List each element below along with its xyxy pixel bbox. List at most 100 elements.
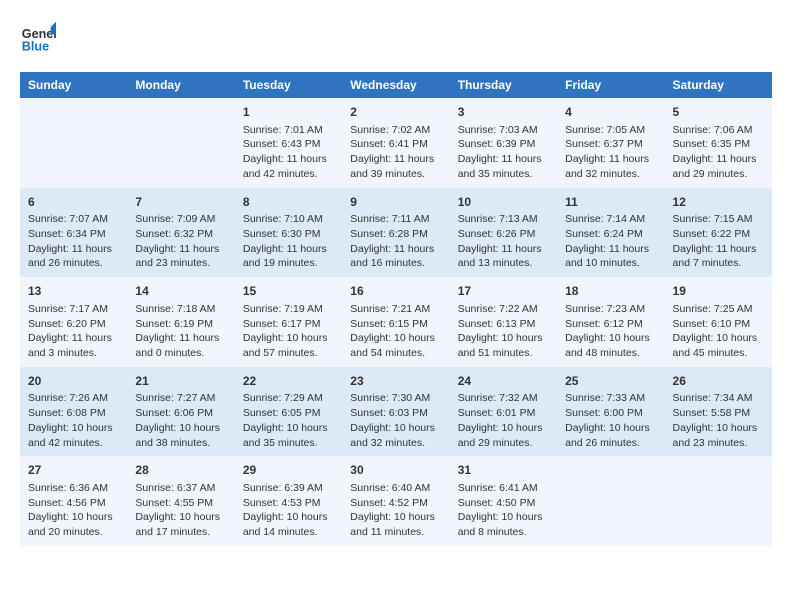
calendar-cell: 28Sunrise: 6:37 AMSunset: 4:55 PMDayligh… [127,456,234,546]
calendar-cell: 4Sunrise: 7:05 AMSunset: 6:37 PMDaylight… [557,98,664,188]
day-info-line: Daylight: 10 hours and 35 minutes. [243,421,334,450]
week-row-4: 20Sunrise: 7:26 AMSunset: 6:08 PMDayligh… [20,367,772,457]
calendar-cell: 10Sunrise: 7:13 AMSunset: 6:26 PMDayligh… [450,188,557,278]
calendar-cell: 23Sunrise: 7:30 AMSunset: 6:03 PMDayligh… [342,367,449,457]
day-info-line: Sunset: 6:19 PM [135,317,226,332]
calendar-cell: 26Sunrise: 7:34 AMSunset: 5:58 PMDayligh… [665,367,772,457]
day-info-line: Daylight: 11 hours and 32 minutes. [565,152,656,181]
day-number: 13 [28,283,119,300]
day-number: 12 [673,194,764,211]
day-info-line: Sunrise: 7:05 AM [565,123,656,138]
logo-icon: General Blue [20,20,56,56]
day-number: 27 [28,462,119,479]
calendar-cell: 1Sunrise: 7:01 AMSunset: 6:43 PMDaylight… [235,98,342,188]
day-info-line: Daylight: 11 hours and 10 minutes. [565,242,656,271]
day-info-line: Sunset: 5:58 PM [673,406,764,421]
day-info-line: Daylight: 10 hours and 45 minutes. [673,331,764,360]
day-info-line: Daylight: 10 hours and 38 minutes. [135,421,226,450]
day-info-line: Daylight: 11 hours and 19 minutes. [243,242,334,271]
day-info-line: Daylight: 11 hours and 16 minutes. [350,242,441,271]
day-info-line: Daylight: 10 hours and 14 minutes. [243,510,334,539]
day-info-line: Sunset: 4:52 PM [350,496,441,511]
day-info-line: Sunrise: 7:23 AM [565,302,656,317]
day-info-line: Sunset: 6:26 PM [458,227,549,242]
day-info-line: Sunset: 6:08 PM [28,406,119,421]
day-info-line: Sunset: 6:00 PM [565,406,656,421]
calendar-cell: 13Sunrise: 7:17 AMSunset: 6:20 PMDayligh… [20,277,127,367]
day-number: 31 [458,462,549,479]
day-info-line: Sunset: 6:37 PM [565,137,656,152]
calendar-cell [20,98,127,188]
day-info-line: Sunset: 6:12 PM [565,317,656,332]
day-info-line: Daylight: 11 hours and 35 minutes. [458,152,549,181]
day-info-line: Sunrise: 7:02 AM [350,123,441,138]
day-info-line: Sunrise: 7:29 AM [243,391,334,406]
day-number: 8 [243,194,334,211]
day-info-line: Sunset: 6:35 PM [673,137,764,152]
day-number: 29 [243,462,334,479]
day-info-line: Daylight: 11 hours and 26 minutes. [28,242,119,271]
calendar-cell: 3Sunrise: 7:03 AMSunset: 6:39 PMDaylight… [450,98,557,188]
calendar-cell: 19Sunrise: 7:25 AMSunset: 6:10 PMDayligh… [665,277,772,367]
day-info-line: Sunset: 6:06 PM [135,406,226,421]
svg-text:Blue: Blue [22,40,49,54]
day-info-line: Sunset: 4:53 PM [243,496,334,511]
page-header: General Blue [20,20,772,56]
day-number: 17 [458,283,549,300]
day-info-line: Sunrise: 7:14 AM [565,212,656,227]
weekday-header-row: SundayMondayTuesdayWednesdayThursdayFrid… [20,72,772,98]
day-info-line: Sunrise: 7:22 AM [458,302,549,317]
day-info-line: Daylight: 10 hours and 29 minutes. [458,421,549,450]
day-info-line: Sunrise: 7:32 AM [458,391,549,406]
day-number: 11 [565,194,656,211]
day-info-line: Sunset: 6:28 PM [350,227,441,242]
weekday-header-saturday: Saturday [665,72,772,98]
day-info-line: Sunset: 6:22 PM [673,227,764,242]
day-number: 25 [565,373,656,390]
day-info-line: Sunrise: 7:25 AM [673,302,764,317]
day-number: 18 [565,283,656,300]
calendar-cell: 29Sunrise: 6:39 AMSunset: 4:53 PMDayligh… [235,456,342,546]
day-info-line: Sunrise: 7:33 AM [565,391,656,406]
calendar-cell: 14Sunrise: 7:18 AMSunset: 6:19 PMDayligh… [127,277,234,367]
day-info-line: Sunrise: 7:17 AM [28,302,119,317]
week-row-2: 6Sunrise: 7:07 AMSunset: 6:34 PMDaylight… [20,188,772,278]
day-info-line: Sunset: 4:56 PM [28,496,119,511]
calendar-cell [127,98,234,188]
day-info-line: Sunrise: 7:13 AM [458,212,549,227]
day-info-line: Sunset: 6:41 PM [350,137,441,152]
day-number: 15 [243,283,334,300]
day-info-line: Sunrise: 7:34 AM [673,391,764,406]
day-info-line: Sunrise: 7:30 AM [350,391,441,406]
weekday-header-sunday: Sunday [20,72,127,98]
day-info-line: Sunset: 6:24 PM [565,227,656,242]
day-number: 22 [243,373,334,390]
day-info-line: Sunset: 6:05 PM [243,406,334,421]
day-info-line: Sunset: 6:30 PM [243,227,334,242]
day-number: 24 [458,373,549,390]
calendar-cell: 15Sunrise: 7:19 AMSunset: 6:17 PMDayligh… [235,277,342,367]
day-number: 5 [673,104,764,121]
calendar-cell: 5Sunrise: 7:06 AMSunset: 6:35 PMDaylight… [665,98,772,188]
day-info-line: Daylight: 11 hours and 39 minutes. [350,152,441,181]
day-info-line: Sunset: 6:01 PM [458,406,549,421]
day-info-line: Sunrise: 7:18 AM [135,302,226,317]
day-info-line: Sunrise: 7:11 AM [350,212,441,227]
day-number: 1 [243,104,334,121]
day-info-line: Sunset: 6:20 PM [28,317,119,332]
calendar-cell: 12Sunrise: 7:15 AMSunset: 6:22 PMDayligh… [665,188,772,278]
day-number: 26 [673,373,764,390]
day-info-line: Sunrise: 6:36 AM [28,481,119,496]
weekday-header-tuesday: Tuesday [235,72,342,98]
day-number: 6 [28,194,119,211]
day-info-line: Sunrise: 6:41 AM [458,481,549,496]
weekday-header-friday: Friday [557,72,664,98]
day-info-line: Daylight: 11 hours and 0 minutes. [135,331,226,360]
calendar-cell: 11Sunrise: 7:14 AMSunset: 6:24 PMDayligh… [557,188,664,278]
calendar-cell: 8Sunrise: 7:10 AMSunset: 6:30 PMDaylight… [235,188,342,278]
day-info-line: Sunset: 6:34 PM [28,227,119,242]
day-info-line: Daylight: 10 hours and 26 minutes. [565,421,656,450]
day-info-line: Daylight: 10 hours and 20 minutes. [28,510,119,539]
day-number: 20 [28,373,119,390]
day-info-line: Sunrise: 6:40 AM [350,481,441,496]
